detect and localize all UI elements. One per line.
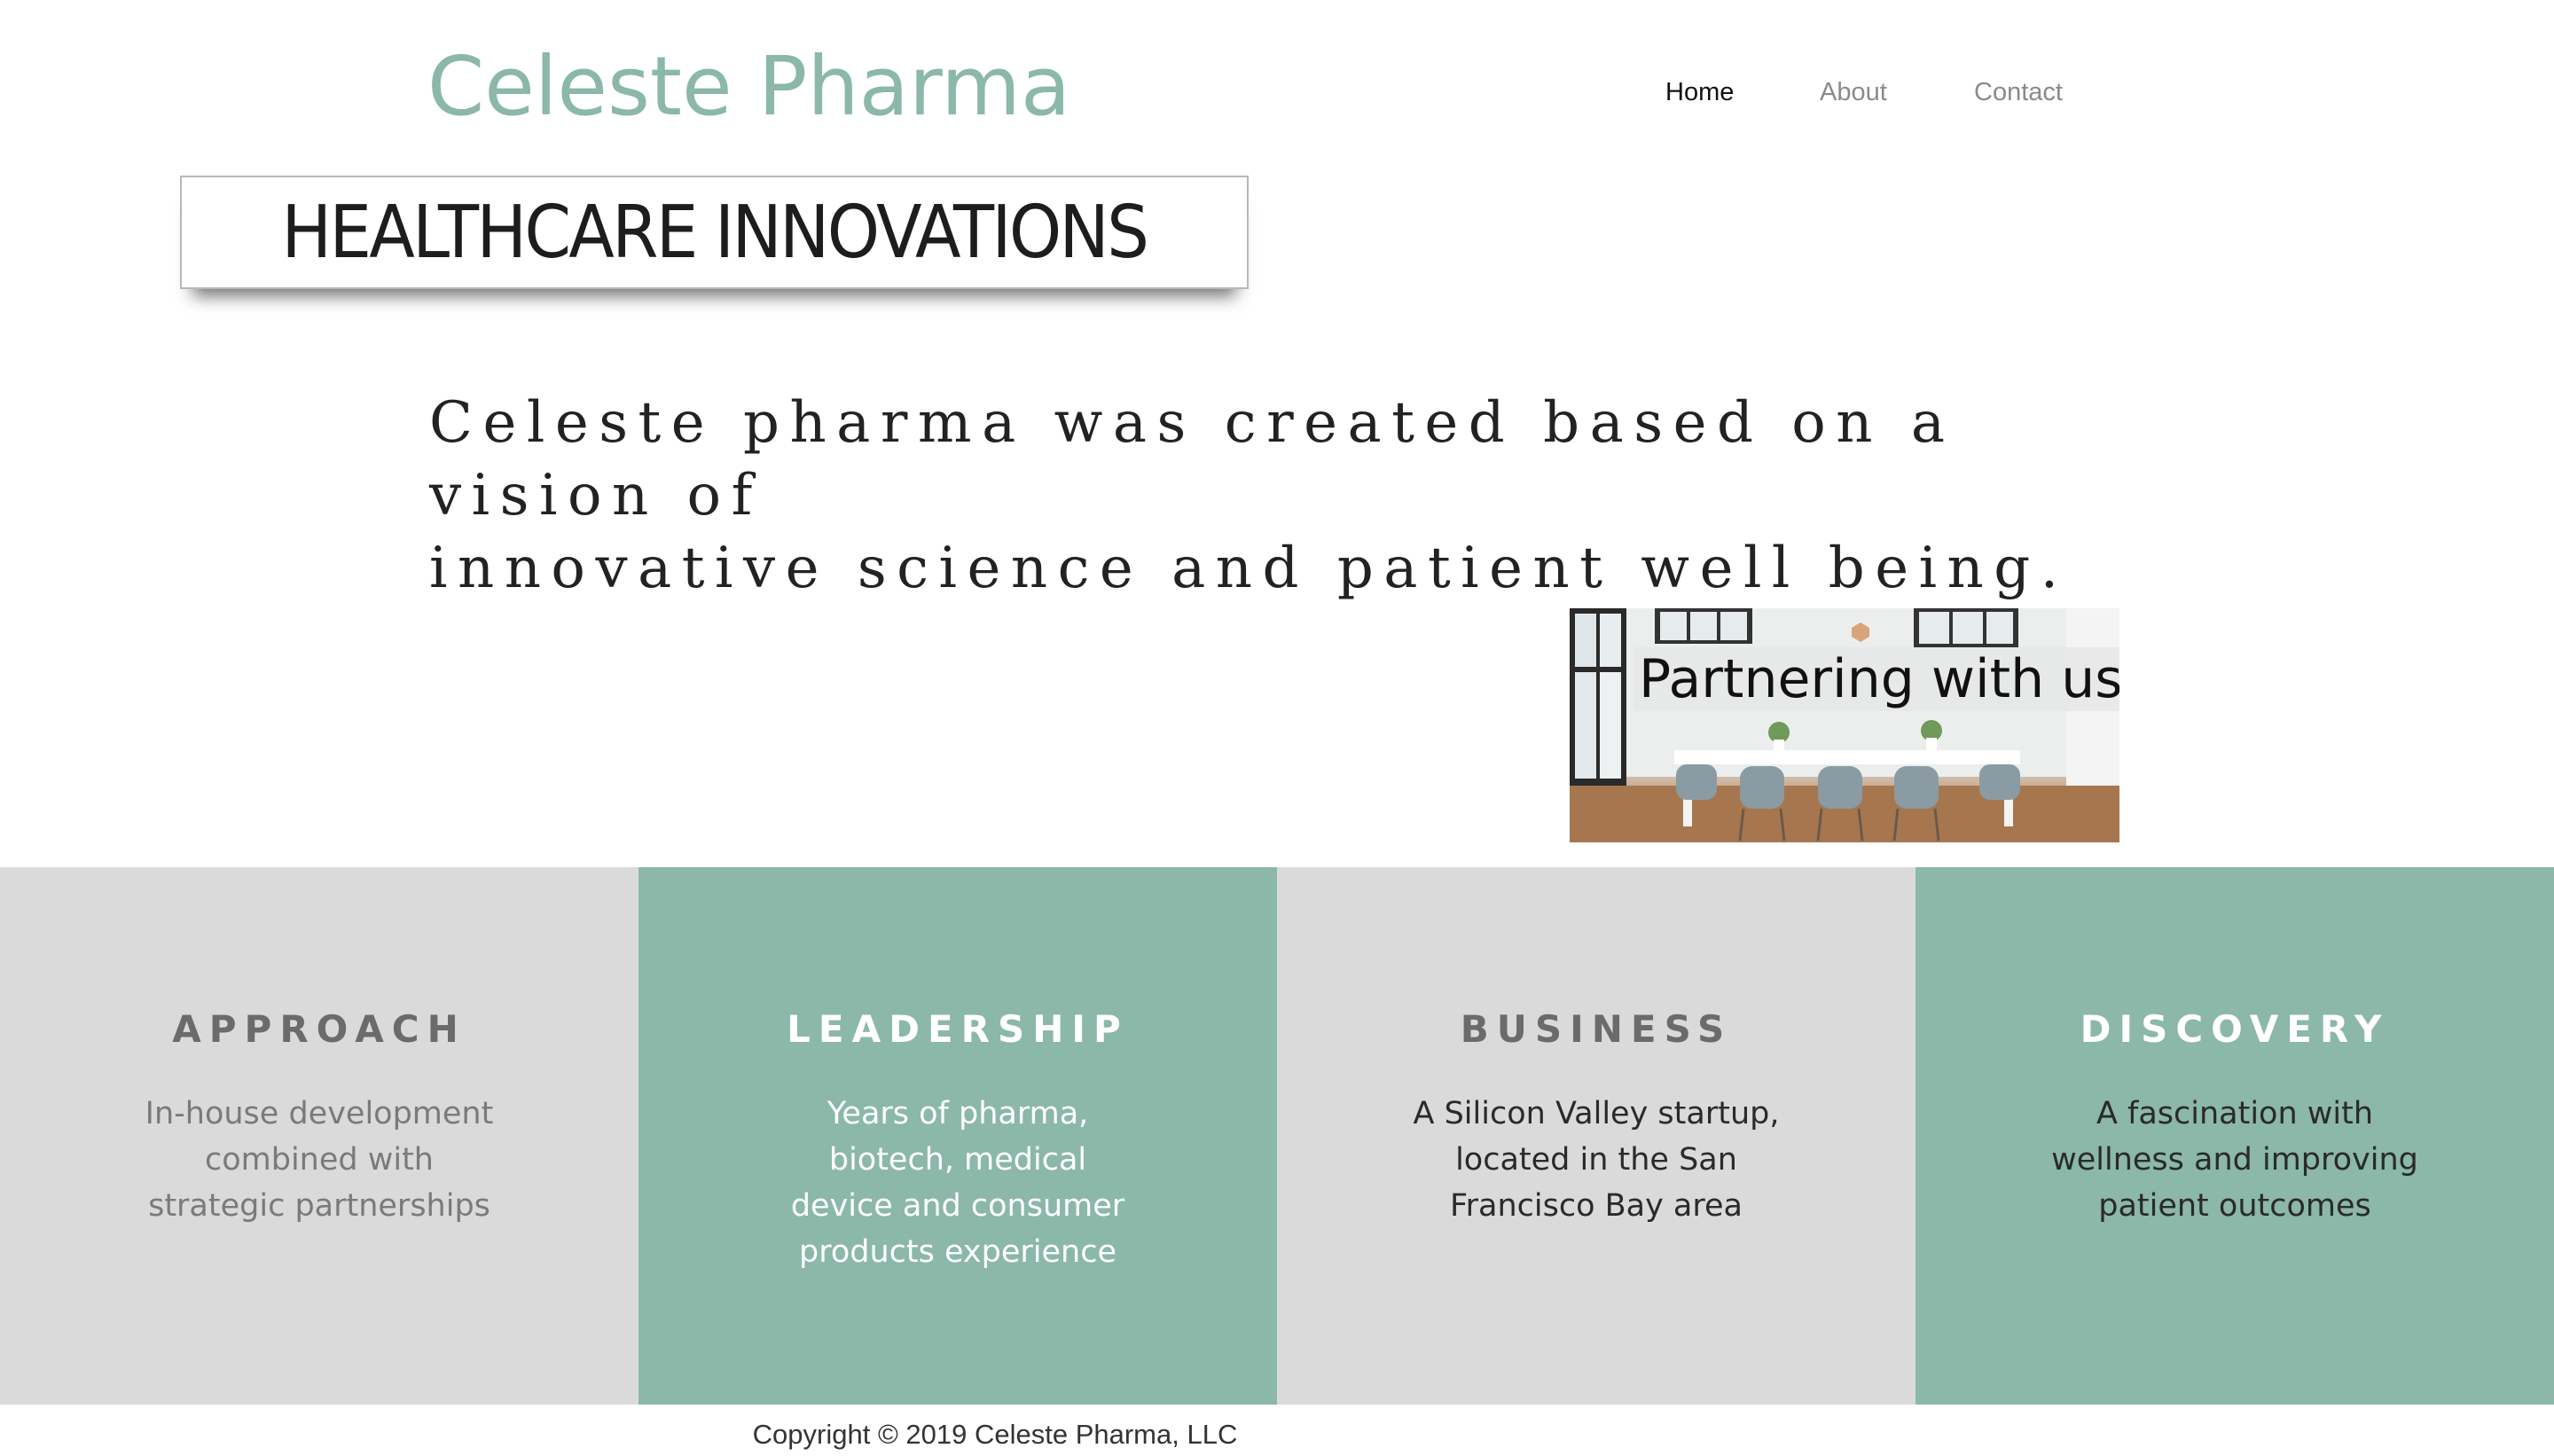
feature-line: products experience <box>799 1234 1116 1270</box>
banner-text: HEALTHCARE INNOVATIONS <box>281 190 1150 275</box>
partnering-image-link[interactable]: Partnering with us <box>1570 608 2119 842</box>
feature-body-leadership: Years of pharma, biotech, medical device… <box>638 1091 1277 1275</box>
feature-heading-approach: APPROACH <box>172 1007 466 1051</box>
tagline-line-2: innovative science and patient well bein… <box>429 536 2069 601</box>
partnering-label[interactable]: Partnering with us <box>1633 647 2119 711</box>
feature-body-business: A Silicon Valley startup, located in the… <box>1277 1091 1916 1229</box>
feature-line: In-house development <box>145 1096 494 1131</box>
feature-approach: APPROACH In-house development combined w… <box>0 867 638 1405</box>
feature-line: combined with <box>204 1142 434 1178</box>
nav-item-home[interactable]: Home <box>1665 78 1734 107</box>
feature-line: A Silicon Valley startup, <box>1413 1096 1780 1131</box>
site-title[interactable]: Celeste Pharma <box>427 39 1070 134</box>
feature-heading-leadership: LEADERSHIP <box>787 1007 1129 1051</box>
feature-body-approach: In-house development combined with strat… <box>0 1091 638 1229</box>
feature-line: A fascination with <box>2096 1096 2374 1131</box>
feature-leadership: LEADERSHIP Years of pharma, biotech, med… <box>638 867 1277 1405</box>
feature-body-discovery: A fascination with wellness and improvin… <box>1916 1091 2554 1229</box>
feature-line: Francisco Bay area <box>1450 1188 1743 1224</box>
feature-line: patient outcomes <box>2098 1188 2371 1224</box>
tagline-line-1: Celeste pharma was created based on a vi… <box>429 390 1955 528</box>
feature-heading-discovery: DISCOVERY <box>2080 1007 2390 1051</box>
feature-line: biotech, medical <box>828 1142 1087 1178</box>
footer-copyright: Copyright © 2019 Celeste Pharma, LLC <box>752 1419 1238 1450</box>
feature-business: BUSINESS A Silicon Valley startup, locat… <box>1277 867 1916 1405</box>
feature-line: strategic partnerships <box>148 1188 490 1224</box>
conference-room-photo-icon <box>1570 608 2119 842</box>
feature-line: device and consumer <box>790 1188 1125 1224</box>
tagline: Celeste pharma was created based on a vi… <box>429 387 2203 605</box>
feature-discovery: DISCOVERY A fascination with wellness an… <box>1916 867 2554 1405</box>
page: Celeste Pharma Home About Contact HEALTH… <box>0 0 2554 1456</box>
features-strip: APPROACH In-house development combined w… <box>0 867 2554 1405</box>
feature-line: wellness and improving <box>2051 1142 2418 1178</box>
feature-line: located in the San <box>1455 1142 1737 1178</box>
feature-line: Years of pharma, <box>827 1096 1089 1131</box>
healthcare-banner: HEALTHCARE INNOVATIONS <box>180 176 1249 289</box>
nav-item-about[interactable]: About <box>1820 78 1887 107</box>
nav-item-contact[interactable]: Contact <box>1974 78 2063 107</box>
feature-heading-business: BUSINESS <box>1460 1007 1733 1051</box>
